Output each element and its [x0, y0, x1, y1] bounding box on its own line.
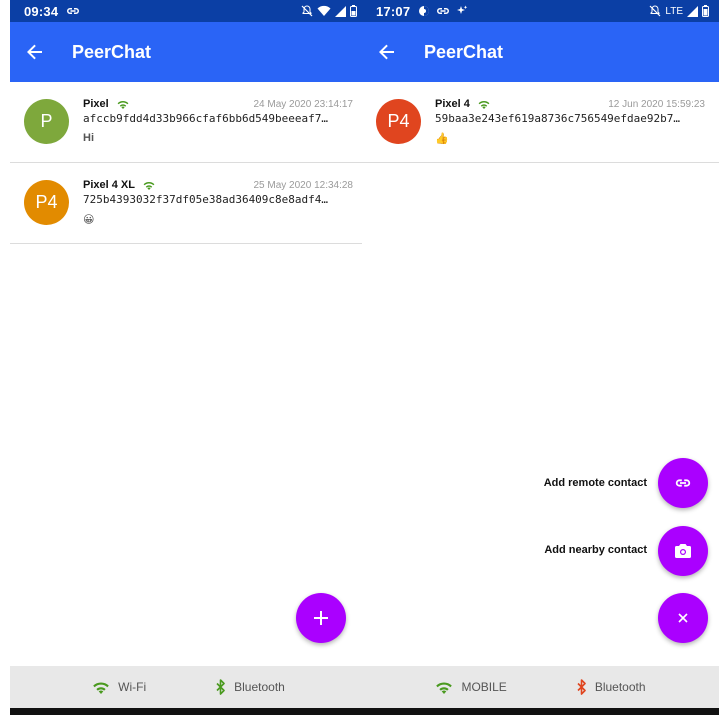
bluetooth-label: Bluetooth [234, 680, 285, 694]
back-button[interactable] [376, 41, 398, 63]
page-title: PeerChat [424, 41, 504, 62]
avatar-initials: P4 [35, 192, 58, 212]
signal-icon [335, 5, 346, 17]
arrow-back-icon [379, 44, 394, 60]
page-title: PeerChat [72, 41, 152, 62]
add-nearby-contact-label[interactable]: Add nearby contact [544, 544, 647, 556]
app-bar: PeerChat [10, 22, 367, 82]
contact-name-label: Pixel [83, 98, 109, 110]
contact-name: Pixel 4 [435, 98, 490, 110]
close-icon [678, 613, 688, 623]
contact-name-label: Pixel 4 XL [83, 179, 135, 191]
close-fab-menu-button[interactable] [658, 593, 708, 643]
last-message: 👍 [435, 133, 449, 145]
contact-timestamp: 25 May 2020 12:34:28 [253, 180, 353, 191]
network-label: MOBILE [461, 680, 507, 694]
bluetooth-label: Bluetooth [594, 680, 646, 694]
bluetooth-status: Bluetooth [216, 679, 285, 695]
connection-bar: Wi-Fi Bluetooth [10, 666, 367, 708]
connection-bar: MOBILE Bluetooth [362, 666, 719, 708]
bluetooth-icon [577, 679, 586, 695]
battery-icon [702, 5, 709, 17]
contact-row[interactable]: P4 Pixel 4 12 Jun 2020 15:59:23 59baa3e2… [362, 82, 719, 163]
back-button[interactable] [24, 41, 46, 63]
network-label: Wi-Fi [118, 680, 147, 694]
app-bar: PeerChat [362, 22, 719, 82]
notifications-off-icon [649, 5, 661, 17]
status-bar: 09:34 [10, 0, 367, 22]
system-nav-bar [10, 708, 367, 715]
status-time: 17:07 [376, 3, 411, 19]
plus-icon [314, 611, 328, 625]
add-remote-contact-button[interactable] [658, 458, 708, 508]
contact-name: Pixel 4 XL [83, 179, 155, 191]
wifi-icon [93, 681, 109, 694]
wifi-icon [478, 100, 490, 109]
data-saver-icon [419, 6, 430, 16]
last-message: 😀 [83, 214, 95, 226]
contact-timestamp: 12 Jun 2020 15:59:23 [608, 99, 705, 110]
contact-id: 725b4393032f37df05e38ad36409c8e8adf4… [83, 193, 329, 206]
avatar-initials: P4 [387, 111, 410, 131]
status-bar: 17:07 LTE [362, 0, 719, 22]
arrow-back-icon [27, 44, 42, 60]
link-icon [437, 8, 450, 14]
avatar: P4 [376, 99, 421, 144]
contact-name-label: Pixel 4 [435, 98, 470, 110]
signal-icon [687, 5, 698, 17]
sparkle-icon [457, 5, 468, 14]
wifi-icon [436, 681, 453, 694]
link-icon [675, 479, 691, 487]
wifi-status-icon [317, 5, 331, 16]
system-nav-bar [362, 708, 719, 715]
avatar-initials: P [40, 111, 53, 131]
contact-timestamp: 24 May 2020 23:14:17 [253, 99, 353, 110]
phone-left: 09:34 PeerChat P Pixel 24 May 2020 23:14… [10, 0, 367, 715]
contact-list: P Pixel 24 May 2020 23:14:17 afccb9fdd4d… [10, 82, 367, 244]
network-type-label: LTE [665, 5, 683, 17]
avatar: P [24, 99, 69, 144]
phone-right: 17:07 LTE PeerChat P4 Pixel 4 12 Jun 202… [362, 0, 719, 715]
bluetooth-icon [216, 679, 225, 695]
bluetooth-status: Bluetooth [577, 679, 646, 695]
battery-icon [350, 5, 357, 17]
camera-icon [675, 544, 691, 558]
status-time: 09:34 [24, 3, 59, 19]
contact-name: Pixel [83, 98, 129, 110]
contact-row[interactable]: P Pixel 24 May 2020 23:14:17 afccb9fdd4d… [10, 82, 367, 163]
contact-row[interactable]: P4 Pixel 4 XL 25 May 2020 12:34:28 725b4… [10, 163, 367, 244]
contact-id: 59baa3e243ef619a8736c756549efdae92b7… [435, 112, 681, 125]
wifi-icon [117, 100, 129, 109]
avatar: P4 [24, 180, 69, 225]
wifi-status: Wi-Fi [92, 680, 146, 694]
mobile-status: MOBILE [435, 680, 507, 694]
link-icon [67, 8, 80, 14]
add-contact-fab[interactable] [296, 593, 346, 643]
contact-id: afccb9fdd4d33b966cfaf6bb6d549beeeaf7… [83, 112, 329, 125]
wifi-icon [143, 181, 155, 190]
notifications-off-icon [301, 5, 313, 17]
add-remote-contact-label[interactable]: Add remote contact [544, 477, 647, 489]
contact-list: P4 Pixel 4 12 Jun 2020 15:59:23 59baa3e2… [362, 82, 719, 163]
last-message: Hi [83, 132, 94, 144]
add-nearby-contact-button[interactable] [658, 526, 708, 576]
